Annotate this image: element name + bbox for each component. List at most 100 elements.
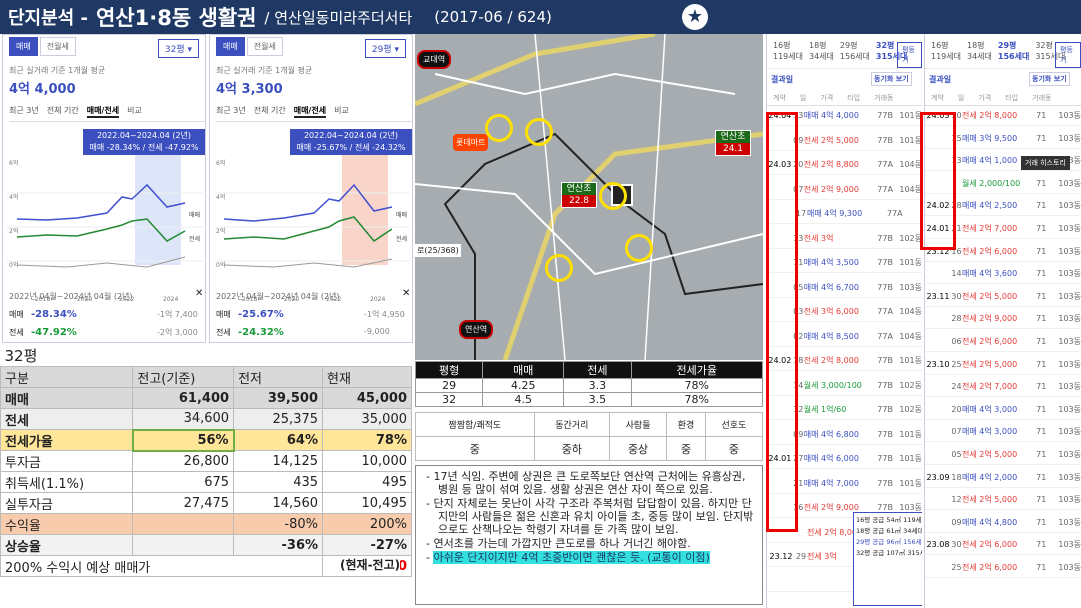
cell: 71 <box>1036 133 1047 143</box>
tab-all[interactable]: 전체 기간 <box>47 105 79 118</box>
svg-text:매매: 매매 <box>189 211 200 219</box>
close-icon[interactable]: ✕ <box>402 288 410 299</box>
price-cell: 전세 2억 5,000 <box>803 135 859 145</box>
list-item[interactable]: 23.08 30 전세 2억 6,000 71 103동 <box>925 535 1081 556</box>
tab-3y[interactable]: 최근 3년 <box>9 105 39 118</box>
price-cell: 전세 2억 5,000 <box>962 291 1018 301</box>
price-panel-29: 매매 전월세 29평 ▾ 최근 실거래 기준 1개월 평균 4억 3,300 최… <box>209 34 413 343</box>
history-tooltip: 거래 히스토리 <box>1021 156 1070 170</box>
pyeong-select[interactable]: 29평 ▾ <box>364 39 406 58</box>
tab-rent[interactable]: 전월세 <box>39 36 76 56</box>
cell: 71 <box>1036 246 1047 256</box>
cell: 103동 <box>1058 495 1081 505</box>
tab-sale-rent[interactable]: 매매/전세 <box>293 105 327 118</box>
price-subtitle: 최근 실거래 기준 1개월 평균 <box>216 66 313 75</box>
period-tabs: 최근 3년 전체 기간 매매/전세 비교 <box>9 105 205 122</box>
table-row: 29 4.25 3.3 78% <box>414 378 763 393</box>
price-cell: 매매 4억 8,500 <box>803 331 859 341</box>
tab-sale-rent[interactable]: 매매/전세 <box>86 105 120 118</box>
cell: 103동 <box>1058 382 1081 392</box>
cell: 101동 <box>899 135 922 145</box>
station-top-label[interactable]: 교대역 <box>417 50 452 69</box>
price-cell: 전세 2억 6,000 <box>962 563 1018 572</box>
list-item[interactable]: 23.10 25 전세 2억 5,000 71 103동 <box>925 355 1081 375</box>
col-header: 현재 <box>322 366 412 388</box>
list-item[interactable]: 24 전세 2억 7,000 71 103동 <box>925 377 1081 398</box>
price-cell: 월세 1억/60 <box>803 405 847 414</box>
list-item[interactable]: 06 전세 2억 6,000 71 103동 <box>925 332 1081 352</box>
sync-button[interactable]: 동기화 보기 <box>871 72 912 86</box>
list-item[interactable]: 14 매매 4억 3,600 71 103동 <box>925 264 1081 285</box>
cell: 77B <box>877 429 893 439</box>
school-box-2[interactable]: 연산초 24.1 <box>715 130 751 156</box>
cell: 71 <box>1036 201 1047 211</box>
cell: 71 <box>1036 224 1047 233</box>
pyeong-button[interactable]: 평등기 <box>1055 42 1081 68</box>
cell: 104동 <box>899 160 922 169</box>
table-row: 실투자금 27,475 14,560 10,495 <box>0 492 412 514</box>
cell: 71 <box>1036 291 1047 301</box>
title-prefix: 단지분석 - <box>8 8 88 29</box>
list-item[interactable]: 23.09 18 매매 4억 2,000 71 103동 <box>925 468 1081 488</box>
tab-3y[interactable]: 최근 3년 <box>216 105 246 118</box>
cell: 103동 <box>1058 201 1081 211</box>
list-item[interactable]: 09 매매 4억 4,800 71 103동 <box>925 513 1081 533</box>
tab-sale[interactable]: 매매 <box>9 36 38 56</box>
cell: 23.11 <box>926 291 950 301</box>
tab-compare[interactable]: 비교 <box>334 105 349 118</box>
cell: 103동 <box>1058 427 1081 437</box>
cell: 102동 <box>899 233 922 243</box>
ratio-table: 평형 매매 전세 전세가율 29 4.25 3.3 78% 32 4.5 3.5 78% <box>414 361 763 407</box>
cell: 103동 <box>1058 133 1081 143</box>
tab-rent[interactable]: 전월세 <box>246 36 283 56</box>
station-bottom-label[interactable]: 연산역 <box>459 320 494 339</box>
list-item[interactable]: 20 매매 4억 3,000 71 103동 <box>925 400 1081 420</box>
list-item[interactable]: 12 전세 2억 5,000 71 103동 <box>925 490 1081 511</box>
close-icon[interactable]: ✕ <box>195 288 203 299</box>
pyeong-select[interactable]: 32평 ▾ <box>157 39 199 58</box>
price-cell: 매매 4억 6,700 <box>803 282 859 292</box>
tab-all[interactable]: 전체 기간 <box>254 105 286 118</box>
table-row: 매매 61,400 39,500 45,000 <box>0 387 412 409</box>
cell: 101동 <box>899 356 922 365</box>
school-box-1[interactable]: 연산초 22.8 <box>561 182 597 208</box>
sync-button[interactable]: 동기화 보기 <box>1029 72 1070 86</box>
list-item[interactable]: 23.11 30 전세 2억 5,000 71 103동 <box>925 287 1081 307</box>
cell: 05 <box>951 450 962 459</box>
location-map[interactable]: 교대역 연산역 롯데마트 연산초 22.8 연산초 24.1 로(25/368) <box>415 34 763 360</box>
list-item[interactable]: 05 전세 2억 5,000 71 103동 <box>925 445 1081 465</box>
cell: 101동 <box>899 429 922 439</box>
cell: 103동 <box>1058 359 1081 369</box>
cell: 77A <box>877 160 893 169</box>
cell: 71 <box>1036 314 1047 324</box>
cell: 77A <box>877 184 893 194</box>
price-cell: 전세 2억 9,000 <box>803 184 859 194</box>
price-cell: 매매 4억 2,000 <box>962 472 1018 482</box>
cell: 103동 <box>1058 111 1081 120</box>
price-cell: 매매 4억 2,500 <box>962 201 1018 211</box>
price-cell: 매매 4억 4,000 <box>803 111 859 120</box>
list-item[interactable]: 28 전세 2억 9,000 71 103동 <box>925 309 1081 330</box>
rise-note: (현재-전고) <box>340 556 401 573</box>
cell: 71 <box>1036 427 1047 437</box>
pyeong-button[interactable]: 평등기 <box>897 42 922 68</box>
cell: 71 <box>1036 382 1047 392</box>
list-item[interactable]: 07 매매 4억 3,000 71 103동 <box>925 422 1081 443</box>
price-cell: 전세 2억 7,000 <box>962 224 1018 233</box>
tab-sale[interactable]: 매매 <box>216 36 245 56</box>
note-item: - 17년 식임. 주변에 상권은 큰 도로쪽보단 연산역 근처에는 유흥상권,… <box>426 470 746 496</box>
lotte-mart-label[interactable]: 롯데마트 <box>453 134 489 151</box>
price-cell: 매매 3억 9,500 <box>962 133 1018 143</box>
highlight-ring <box>599 182 627 210</box>
note-item: - 단지 자체로는 못난이 사각 구조라 주복처럼 답답함이 있음. 하지만 단… <box>426 497 754 536</box>
price-cell: 매매 4억 6,800 <box>803 429 859 439</box>
investment-table: 32평 구분 전고(기준) 전저 현재 매매 61,400 39,500 45,000 전세… <box>0 345 412 577</box>
star-icon: ★ <box>682 4 708 30</box>
tab-compare[interactable]: 비교 <box>127 105 142 118</box>
cell: 23.09 <box>926 472 950 482</box>
list-item[interactable]: 25 전세 2억 6,000 71 103동 <box>925 558 1081 578</box>
price-chart: 6억4억2억0억 2018 2020 2022 2024 매매전세 <box>7 155 203 303</box>
price-cell: 전세 2억 5,000 <box>962 450 1018 459</box>
cell: 07 <box>951 427 962 437</box>
cell: 104동 <box>899 184 922 194</box>
